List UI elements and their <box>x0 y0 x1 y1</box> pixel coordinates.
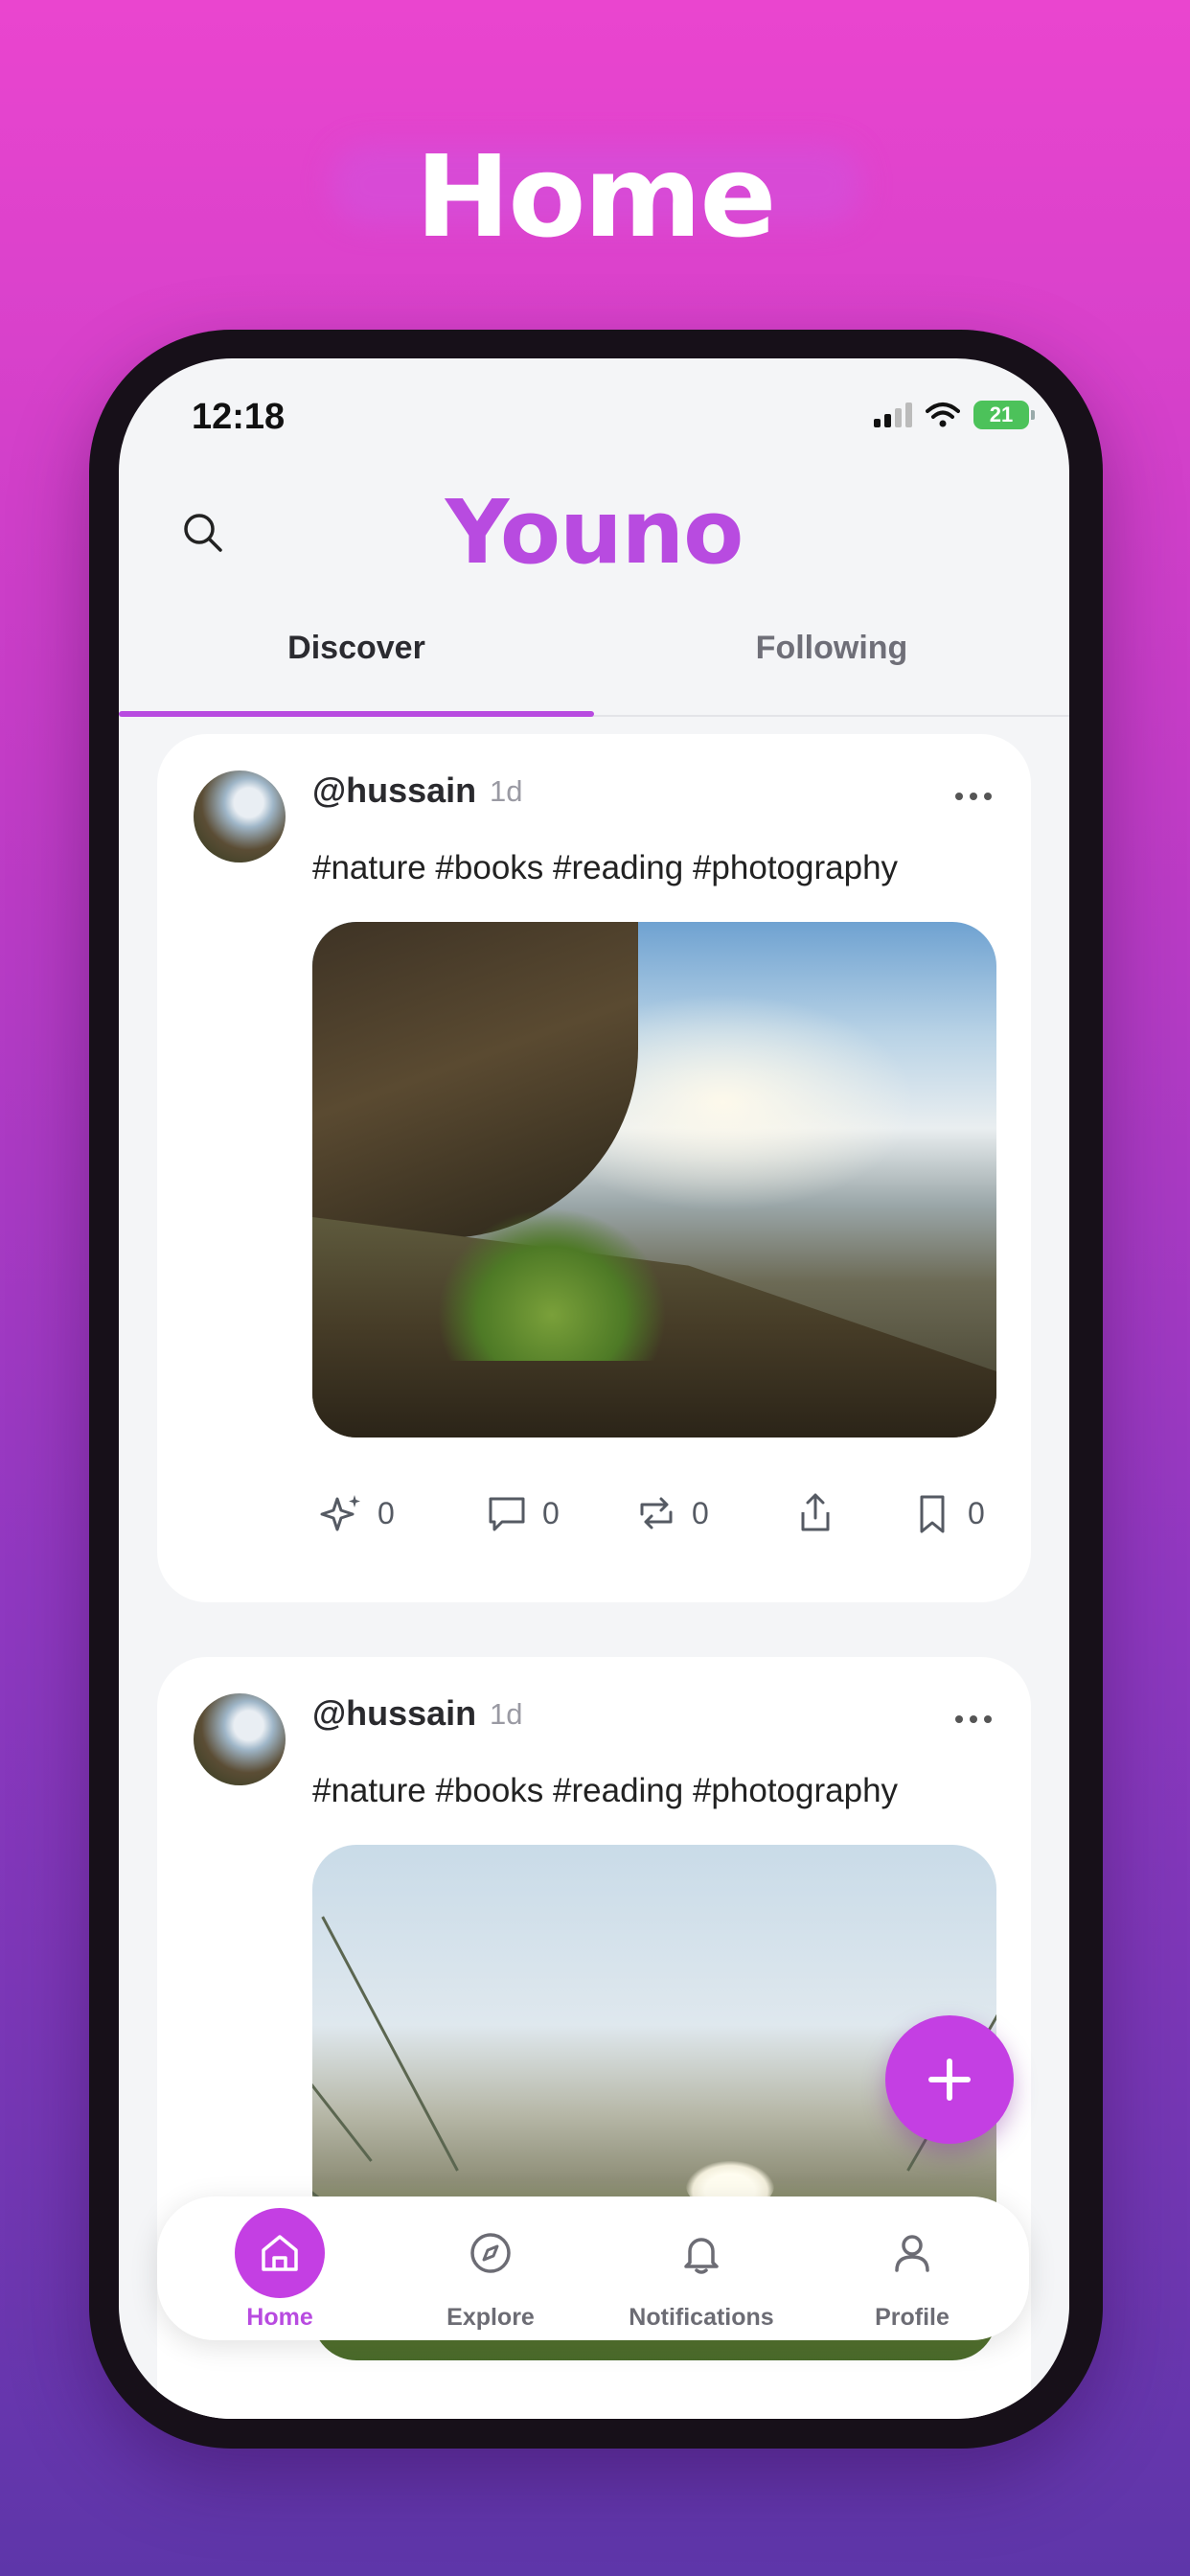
post-time: 1d <box>490 774 523 808</box>
status-time: 12:18 <box>192 397 286 437</box>
sparkle-icon <box>320 1495 360 1531</box>
post-card: @hussain 1d #nature #books #reading #pho… <box>157 734 1031 1602</box>
wifi-icon <box>926 402 960 427</box>
bookmark-count: 0 <box>968 1495 985 1530</box>
avatar[interactable] <box>194 1693 286 1785</box>
more-options-icon[interactable] <box>954 792 993 801</box>
active-tab-indicator <box>119 711 594 717</box>
app-brand: Youno <box>445 481 744 584</box>
post-username[interactable]: @hussain <box>312 1693 476 1734</box>
nav-profile[interactable]: Profile <box>807 2196 1018 2340</box>
post-username[interactable]: @hussain <box>312 770 476 811</box>
avatar[interactable] <box>194 770 286 862</box>
nav-explore[interactable]: Explore <box>385 2196 596 2340</box>
repost-icon <box>640 1497 673 1530</box>
sparkle-count: 0 <box>378 1495 395 1530</box>
status-icons: 21 <box>874 401 1035 429</box>
post-time: 1d <box>490 1697 523 1731</box>
battery-icon: 21 <box>973 401 1035 429</box>
repost-button[interactable]: 0 <box>634 1491 709 1535</box>
battery-level: 21 <box>989 402 1014 426</box>
plus-icon <box>928 2058 971 2101</box>
comment-icon <box>489 1497 525 1531</box>
hero-title: Home <box>415 130 777 263</box>
user-icon <box>867 2208 957 2298</box>
home-icon <box>235 2208 325 2298</box>
post-actions: 0 0 0 0 <box>312 1491 996 1545</box>
create-post-button[interactable] <box>885 2015 1014 2144</box>
nav-profile-label: Profile <box>875 2304 950 2331</box>
share-icon <box>801 1493 830 1531</box>
tab-discover[interactable]: Discover <box>119 610 594 715</box>
nav-home-label: Home <box>246 2304 313 2331</box>
post-tags: #nature #books #reading #photography <box>312 1772 899 1809</box>
bottom-navigation: Home Explore Notifications Profile <box>157 2196 1029 2340</box>
share-button[interactable] <box>793 1491 837 1535</box>
nav-explore-label: Explore <box>446 2304 535 2331</box>
nav-notifications[interactable]: Notifications <box>596 2196 807 2340</box>
comment-button[interactable]: 0 <box>485 1491 560 1535</box>
repost-count: 0 <box>692 1495 709 1530</box>
bell-icon <box>656 2208 746 2298</box>
signal-icon <box>874 402 912 427</box>
bookmark-icon <box>920 1495 945 1533</box>
more-options-icon[interactable] <box>954 1714 993 1724</box>
sparkle-button[interactable]: 0 <box>320 1491 395 1535</box>
nav-home[interactable]: Home <box>174 2196 385 2340</box>
bookmark-button[interactable]: 0 <box>910 1491 985 1535</box>
compass-icon <box>446 2208 536 2298</box>
post-tags: #nature #books #reading #photography <box>312 849 899 886</box>
post-image-waterfall[interactable] <box>312 922 996 1438</box>
comment-count: 0 <box>542 1495 560 1530</box>
feed-tabs: Discover Following <box>119 610 1069 717</box>
nav-notifications-label: Notifications <box>629 2304 774 2331</box>
tab-following[interactable]: Following <box>594 610 1069 715</box>
